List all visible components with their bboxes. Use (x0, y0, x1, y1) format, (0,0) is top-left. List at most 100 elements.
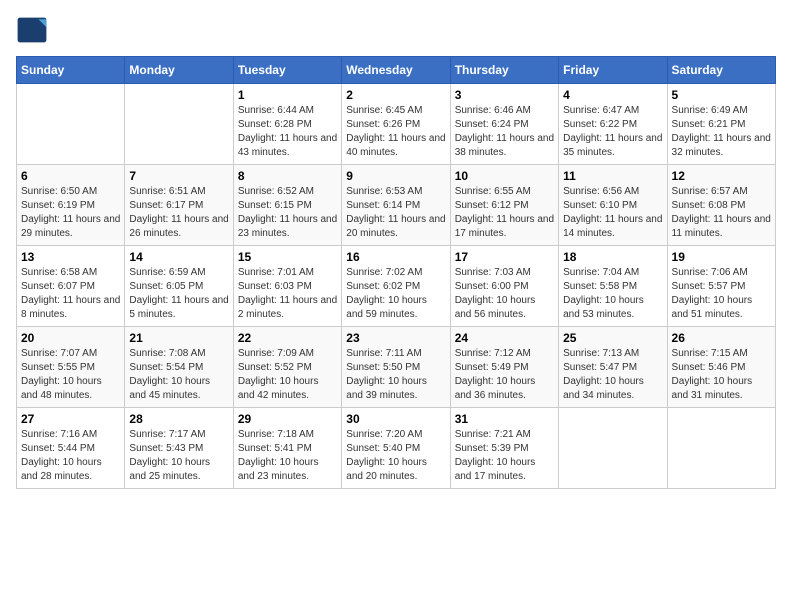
day-number: 31 (455, 412, 554, 426)
calendar-cell: 4Sunrise: 6:47 AM Sunset: 6:22 PM Daylig… (559, 84, 667, 165)
day-number: 11 (563, 169, 662, 183)
day-number: 23 (346, 331, 445, 345)
day-number: 30 (346, 412, 445, 426)
logo (16, 16, 52, 44)
cell-content: Sunrise: 6:58 AM Sunset: 6:07 PM Dayligh… (21, 266, 120, 322)
calendar-cell: 29 Sunrise: 7:18 AM Sunset: 5:41 PM Dayli… (233, 408, 341, 489)
day-number: 24 (455, 331, 554, 345)
day-number: 7 (129, 169, 228, 183)
cell-content: Sunrise: 7:18 AM Sunset: 5:41 PM Dayligh… (238, 428, 337, 484)
calendar-cell (125, 84, 233, 165)
cell-content: Sunrise: 6:59 AM Sunset: 6:05 PM Dayligh… (129, 266, 228, 322)
calendar-cell: 30 Sunrise: 7:20 AM Sunset: 5:40 PM Dayli… (342, 408, 450, 489)
cell-content: Sunrise: 7:04 AM Sunset: 5:58 PM Dayligh… (563, 266, 662, 322)
calendar-cell: 18 Sunrise: 7:04 AM Sunset: 5:58 PM Dayli… (559, 246, 667, 327)
calendar-cell: 7 Sunrise: 6:51 AM Sunset: 6:17 PM Daylig… (125, 165, 233, 246)
cell-content: Sunrise: 7:11 AM Sunset: 5:50 PM Dayligh… (346, 347, 445, 403)
calendar-week-row: 27Sunrise: 7:16 AM Sunset: 5:44 PM Dayli… (17, 408, 776, 489)
day-number: 4 (563, 88, 662, 102)
cell-content: Sunrise: 7:13 AM Sunset: 5:47 PM Dayligh… (563, 347, 662, 403)
weekday-header-thursday: Thursday (450, 57, 558, 84)
day-number: 18 (563, 250, 662, 264)
calendar-cell: 28 Sunrise: 7:17 AM Sunset: 5:43 PM Dayli… (125, 408, 233, 489)
day-number: 12 (672, 169, 771, 183)
day-number: 15 (238, 250, 337, 264)
cell-content: Sunrise: 6:51 AM Sunset: 6:17 PM Dayligh… (129, 185, 228, 241)
weekday-header-monday: Monday (125, 57, 233, 84)
day-number: 22 (238, 331, 337, 345)
weekday-header-tuesday: Tuesday (233, 57, 341, 84)
weekday-header-friday: Friday (559, 57, 667, 84)
calendar-cell: 22 Sunrise: 7:09 AM Sunset: 5:52 PM Dayli… (233, 327, 341, 408)
cell-content: Sunrise: 7:06 AM Sunset: 5:57 PM Dayligh… (672, 266, 771, 322)
cell-content: Sunrise: 6:52 AM Sunset: 6:15 PM Dayligh… (238, 185, 337, 241)
calendar-cell: 14 Sunrise: 6:59 AM Sunset: 6:05 PM Dayli… (125, 246, 233, 327)
day-number: 25 (563, 331, 662, 345)
weekday-header-saturday: Saturday (667, 57, 775, 84)
cell-content: Sunrise: 6:49 AM Sunset: 6:21 PM Dayligh… (672, 104, 771, 160)
cell-content: Sunrise: 7:08 AM Sunset: 5:54 PM Dayligh… (129, 347, 228, 403)
day-number: 1 (238, 88, 337, 102)
calendar-week-row: 1 Sunrise: 6:44 AM Sunset: 6:28 PM Daylig… (17, 84, 776, 165)
page-header (16, 16, 776, 44)
calendar-cell: 23 Sunrise: 7:11 AM Sunset: 5:50 PM Dayli… (342, 327, 450, 408)
calendar-cell: 24 Sunrise: 7:12 AM Sunset: 5:49 PM Dayli… (450, 327, 558, 408)
calendar-week-row: 20Sunrise: 7:07 AM Sunset: 5:55 PM Dayli… (17, 327, 776, 408)
logo-icon (16, 16, 48, 44)
day-number: 19 (672, 250, 771, 264)
weekday-header-wednesday: Wednesday (342, 57, 450, 84)
cell-content: Sunrise: 7:17 AM Sunset: 5:43 PM Dayligh… (129, 428, 228, 484)
day-number: 10 (455, 169, 554, 183)
calendar-cell: 2Sunrise: 6:45 AM Sunset: 6:26 PM Daylig… (342, 84, 450, 165)
day-number: 29 (238, 412, 337, 426)
day-number: 16 (346, 250, 445, 264)
calendar-cell: 12Sunrise: 6:57 AM Sunset: 6:08 PM Dayli… (667, 165, 775, 246)
calendar-cell: 20Sunrise: 7:07 AM Sunset: 5:55 PM Dayli… (17, 327, 125, 408)
calendar-cell: 11Sunrise: 6:56 AM Sunset: 6:10 PM Dayli… (559, 165, 667, 246)
cell-content: Sunrise: 6:46 AM Sunset: 6:24 PM Dayligh… (455, 104, 554, 160)
calendar-cell: 21 Sunrise: 7:08 AM Sunset: 5:54 PM Dayli… (125, 327, 233, 408)
cell-content: Sunrise: 6:50 AM Sunset: 6:19 PM Dayligh… (21, 185, 120, 241)
calendar-cell: 27Sunrise: 7:16 AM Sunset: 5:44 PM Dayli… (17, 408, 125, 489)
calendar-cell (17, 84, 125, 165)
calendar-cell: 19 Sunrise: 7:06 AM Sunset: 5:57 PM Dayli… (667, 246, 775, 327)
calendar-cell: 16 Sunrise: 7:02 AM Sunset: 6:02 PM Dayli… (342, 246, 450, 327)
cell-content: Sunrise: 6:53 AM Sunset: 6:14 PM Dayligh… (346, 185, 445, 241)
cell-content: Sunrise: 7:12 AM Sunset: 5:49 PM Dayligh… (455, 347, 554, 403)
day-number: 6 (21, 169, 120, 183)
calendar-cell: 6 Sunrise: 6:50 AM Sunset: 6:19 PM Daylig… (17, 165, 125, 246)
calendar-week-row: 6 Sunrise: 6:50 AM Sunset: 6:19 PM Daylig… (17, 165, 776, 246)
day-number: 13 (21, 250, 120, 264)
day-number: 28 (129, 412, 228, 426)
cell-content: Sunrise: 6:44 AM Sunset: 6:28 PM Dayligh… (238, 104, 337, 160)
cell-content: Sunrise: 7:02 AM Sunset: 6:02 PM Dayligh… (346, 266, 445, 322)
cell-content: Sunrise: 7:09 AM Sunset: 5:52 PM Dayligh… (238, 347, 337, 403)
cell-content: Sunrise: 7:07 AM Sunset: 5:55 PM Dayligh… (21, 347, 120, 403)
day-number: 17 (455, 250, 554, 264)
day-number: 27 (21, 412, 120, 426)
calendar-table: SundayMondayTuesdayWednesdayThursdayFrid… (16, 56, 776, 489)
calendar-body: 1 Sunrise: 6:44 AM Sunset: 6:28 PM Daylig… (17, 84, 776, 489)
calendar-cell: 8 Sunrise: 6:52 AM Sunset: 6:15 PM Daylig… (233, 165, 341, 246)
day-number: 3 (455, 88, 554, 102)
cell-content: Sunrise: 7:03 AM Sunset: 6:00 PM Dayligh… (455, 266, 554, 322)
day-number: 14 (129, 250, 228, 264)
calendar-cell: 1 Sunrise: 6:44 AM Sunset: 6:28 PM Daylig… (233, 84, 341, 165)
calendar-cell (667, 408, 775, 489)
cell-content: Sunrise: 6:55 AM Sunset: 6:12 PM Dayligh… (455, 185, 554, 241)
cell-content: Sunrise: 6:45 AM Sunset: 6:26 PM Dayligh… (346, 104, 445, 160)
day-number: 9 (346, 169, 445, 183)
cell-content: Sunrise: 7:15 AM Sunset: 5:46 PM Dayligh… (672, 347, 771, 403)
calendar-cell (559, 408, 667, 489)
calendar-cell: 15Sunrise: 7:01 AM Sunset: 6:03 PM Dayli… (233, 246, 341, 327)
calendar-cell: 26Sunrise: 7:15 AM Sunset: 5:46 PM Dayli… (667, 327, 775, 408)
weekday-header-sunday: Sunday (17, 57, 125, 84)
day-number: 21 (129, 331, 228, 345)
calendar-cell: 13 Sunrise: 6:58 AM Sunset: 6:07 PM Dayli… (17, 246, 125, 327)
cell-content: Sunrise: 7:20 AM Sunset: 5:40 PM Dayligh… (346, 428, 445, 484)
calendar-cell: 9 Sunrise: 6:53 AM Sunset: 6:14 PM Daylig… (342, 165, 450, 246)
day-number: 8 (238, 169, 337, 183)
calendar-cell: 25 Sunrise: 7:13 AM Sunset: 5:47 PM Dayli… (559, 327, 667, 408)
calendar-week-row: 13 Sunrise: 6:58 AM Sunset: 6:07 PM Dayli… (17, 246, 776, 327)
weekday-header-row: SundayMondayTuesdayWednesdayThursdayFrid… (17, 57, 776, 84)
